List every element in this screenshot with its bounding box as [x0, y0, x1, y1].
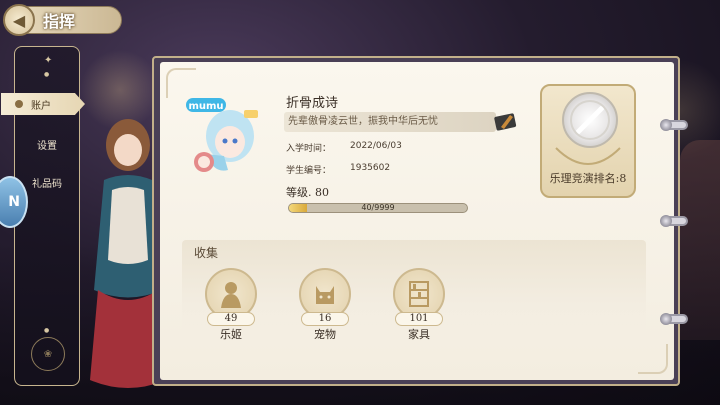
binder-ring-icon — [660, 313, 688, 325]
dot-icon: ● — [44, 71, 50, 78]
nav-item-label: 账户 — [31, 100, 51, 112]
nav-item-label: 礼品码 — [32, 178, 62, 190]
nav-item-account[interactable]: 账户 — [1, 93, 85, 115]
title-bar: ◀ 指挥 — [3, 4, 122, 36]
corner-ornament — [638, 344, 668, 374]
collection-name: 家具 — [408, 328, 430, 341]
collection-name: 乐姬 — [220, 328, 242, 341]
edit-pen-icon[interactable] — [492, 108, 518, 134]
rank-label: 乐理竞演排名:8 — [549, 172, 627, 185]
binder-ring-icon — [660, 215, 688, 227]
rank-badge[interactable]: 乐理竞演排名:8 — [540, 84, 636, 198]
corner-ornament — [166, 68, 196, 98]
collection-count: 101 — [395, 312, 443, 326]
avatar[interactable]: mumu — [184, 96, 264, 176]
nav-item-label: 设置 — [37, 140, 57, 152]
collection-count: 49 — [207, 312, 255, 326]
svg-text:mumu: mumu — [188, 101, 223, 112]
enroll-date-label: 入学时间： — [286, 144, 332, 154]
enroll-date-value: 2022/06/03 — [350, 141, 402, 151]
player-name: 折骨成诗 — [286, 96, 339, 111]
dot-icon: ● — [44, 327, 50, 334]
collection-name: 宠物 — [314, 328, 336, 341]
back-arrow-icon[interactable]: ◀ — [3, 4, 35, 36]
exp-text: 40/9999 — [361, 203, 395, 212]
collection-item-girls[interactable]: 49 乐姬 — [204, 268, 258, 344]
nav-item-settings[interactable]: 设置 — [15, 133, 79, 155]
student-id-label: 学生编号： — [286, 166, 332, 176]
selected-dot-icon — [15, 100, 23, 108]
signature-field[interactable]: 先辈傲骨凌云世，振我中华后无忧 — [284, 112, 496, 132]
laurel-icon — [555, 147, 621, 166]
background-figure — [680, 140, 720, 340]
crest-icon: ❀ — [31, 337, 65, 371]
student-id-value: 1935602 — [350, 163, 391, 173]
binder-ring-icon — [660, 119, 688, 131]
page-title: 指挥 — [43, 12, 76, 31]
collection-item-pets[interactable]: 16 宠物 — [298, 268, 352, 344]
collection-count: 16 — [301, 312, 349, 326]
collection-title: 收集 — [194, 246, 219, 260]
rank-emblem-icon — [562, 92, 618, 148]
star-icon: ✦ — [44, 55, 53, 66]
level-label: 等级. 80 — [286, 186, 329, 199]
collection-item-furniture[interactable]: 101 家具 — [392, 268, 446, 344]
